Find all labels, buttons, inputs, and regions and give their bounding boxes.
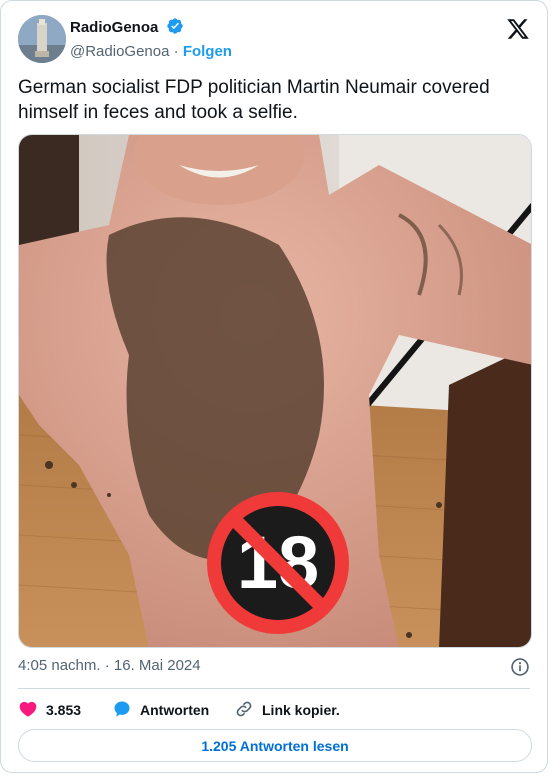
action-bar: 3.853 Antworten Link kopier.: [18, 698, 530, 722]
likes-count: 3.853: [46, 702, 82, 718]
timestamp-row: 4:05 nachm. · 16. Mai 2024: [18, 657, 530, 679]
author-names: RadioGenoa @RadioGenoa · Folgen: [70, 17, 232, 62]
avatar[interactable]: [18, 15, 66, 63]
follow-button[interactable]: Folgen: [183, 43, 232, 60]
heart-icon: [18, 699, 46, 722]
handle-separator: ·: [173, 43, 179, 60]
read-replies-button[interactable]: 1.205 Antworten lesen: [18, 729, 532, 762]
reply-bubble-icon: [112, 699, 140, 722]
no-under-18-icon: 18: [205, 490, 351, 636]
tweet-image[interactable]: 18: [18, 134, 532, 648]
author-handle[interactable]: @RadioGenoa: [70, 43, 169, 60]
author-display-name[interactable]: RadioGenoa: [70, 18, 158, 38]
copy-link-button[interactable]: Link kopier.: [234, 698, 340, 722]
verified-badge-icon: [166, 17, 184, 40]
tweet-text: German socialist FDP politician Martin N…: [18, 77, 490, 123]
like-button[interactable]: 3.853: [18, 698, 81, 722]
tweet-header: RadioGenoa @RadioGenoa · Folgen: [18, 15, 530, 63]
x-logo-icon[interactable]: [506, 17, 530, 41]
divider: [18, 688, 530, 689]
tweet-timestamp[interactable]: 4:05 nachm. · 16. Mai 2024: [18, 657, 201, 674]
info-icon[interactable]: [510, 657, 530, 681]
copy-link-label: Link kopier.: [262, 702, 340, 718]
reply-label: Antworten: [140, 702, 210, 718]
read-replies-label: 1.205 Antworten lesen: [201, 737, 349, 754]
link-icon: [234, 699, 262, 722]
reply-button[interactable]: Antworten: [112, 698, 209, 722]
tweet-card: RadioGenoa @RadioGenoa · Folgen German s…: [0, 0, 548, 773]
